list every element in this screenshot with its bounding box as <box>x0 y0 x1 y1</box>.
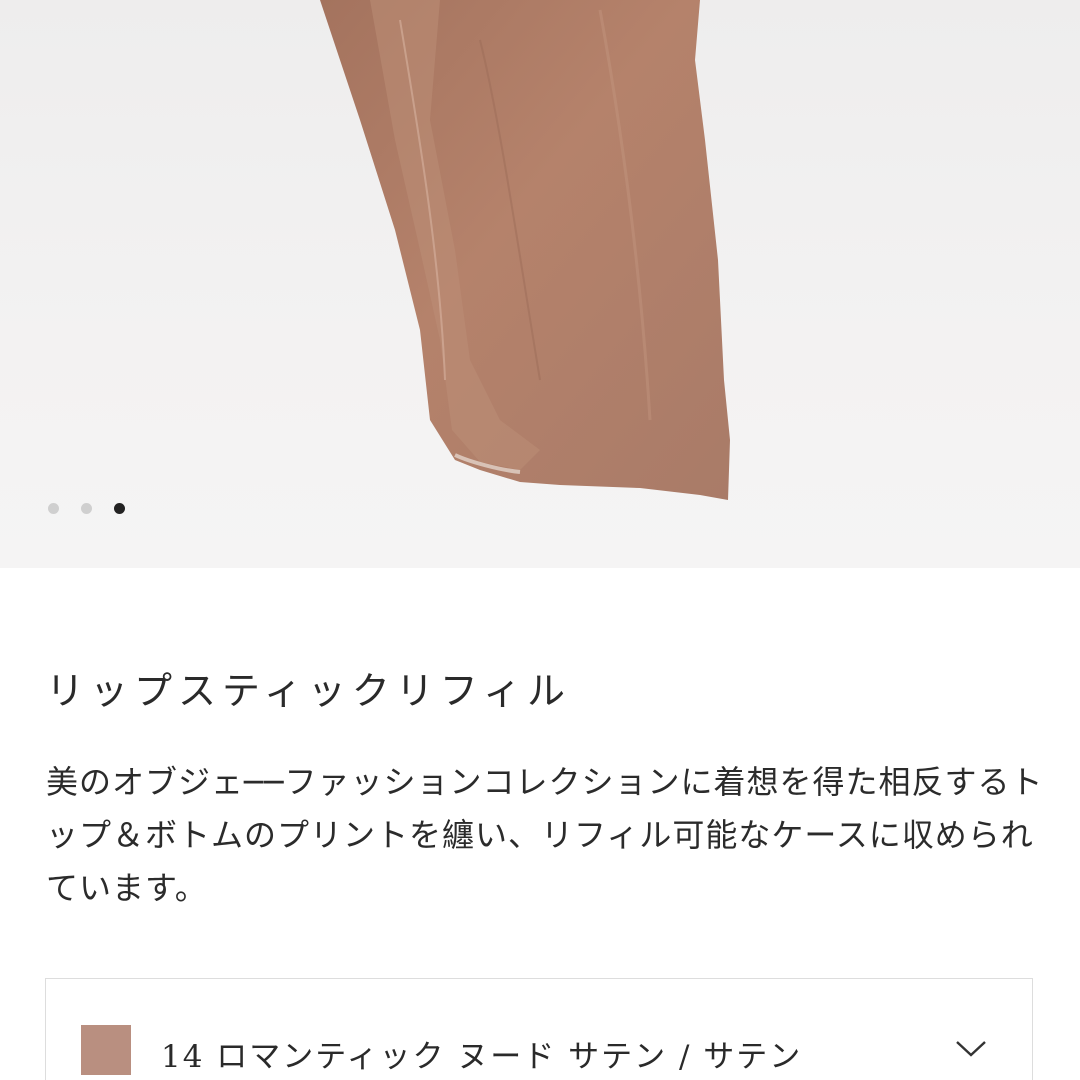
selected-shade-label: 14 ロマンティック ヌード サテン / サテン <box>161 1039 803 1075</box>
product-page: リップスティックリフィル 美のオブジェ──ファッションコレクションに着想を得た相… <box>0 0 1080 1080</box>
product-description: 美のオブジェ──ファッションコレクションに着想を得た相反するトップ＆ボトムのプリ… <box>46 763 1044 907</box>
carousel-dot-1[interactable] <box>48 503 59 514</box>
shade-selector-dropdown[interactable]: 14 ロマンティック ヌード サテン / サテン <box>45 978 1033 1080</box>
shade-color-chip <box>81 1025 131 1075</box>
lipstick-swatch-image <box>320 0 730 500</box>
product-title: リップスティックリフィル <box>46 669 571 713</box>
carousel-dot-3[interactable] <box>114 503 125 514</box>
carousel-dot-2[interactable] <box>81 503 92 514</box>
product-image-carousel[interactable] <box>0 0 1080 568</box>
chevron-down-icon[interactable] <box>954 1039 988 1059</box>
carousel-pagination <box>48 503 125 514</box>
